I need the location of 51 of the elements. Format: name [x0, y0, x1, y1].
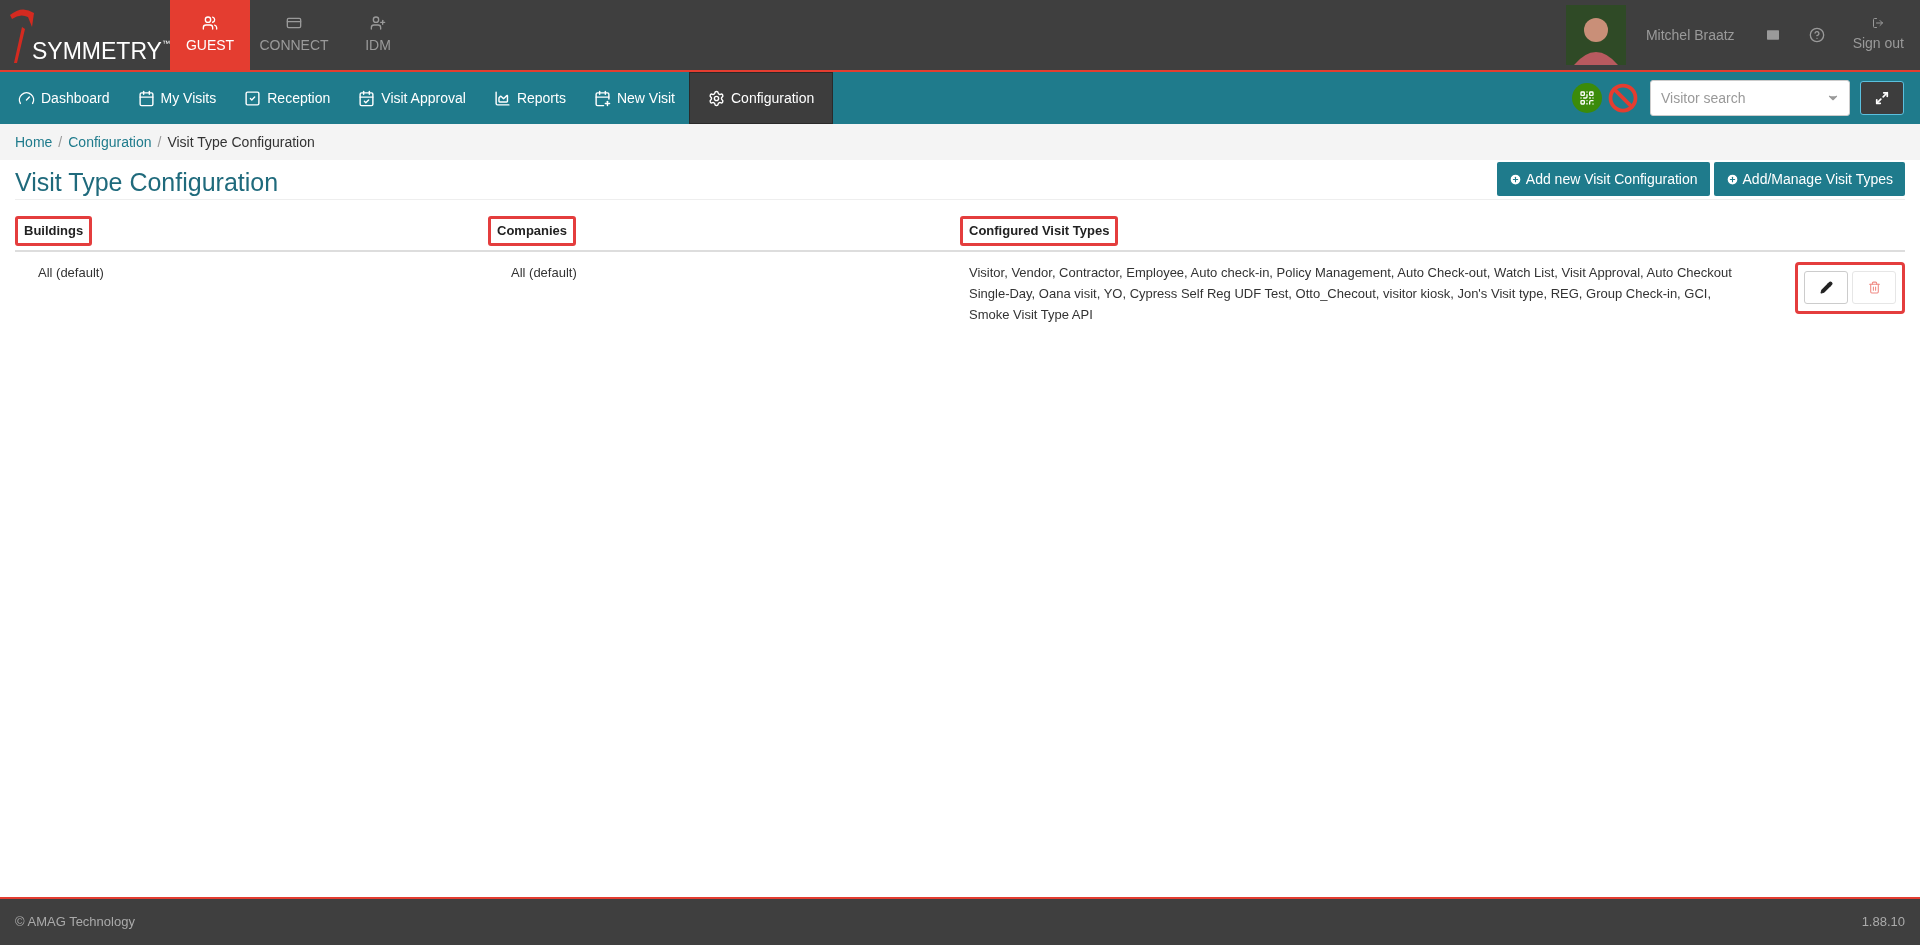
app-tab[interactable]: GUEST [170, 0, 250, 70]
expand-icon [1875, 91, 1889, 105]
qr-code-icon[interactable] [1572, 83, 1602, 113]
breadcrumb-current: Visit Type Configuration [167, 132, 315, 152]
avatar [1565, 5, 1626, 65]
sign-out-button[interactable]: Sign out [1852, 16, 1904, 54]
help-icon[interactable] [1808, 27, 1825, 43]
logo-text: SYMMETRY$^{™}$ [32, 40, 170, 63]
area-chart-icon [493, 89, 511, 107]
nav-tab[interactable]: Reports [479, 72, 580, 124]
calendar-check-icon [358, 89, 376, 107]
calendar-icon [137, 89, 155, 107]
plus-icon [1725, 172, 1739, 186]
edit-button[interactable] [1804, 271, 1848, 304]
user-plus-icon [370, 14, 386, 31]
table-cell: All (default) [38, 264, 104, 280]
nav-tab[interactable]: Dashboard [4, 72, 124, 124]
page-title: Visit Type Configuration [15, 170, 279, 196]
settings-icon [708, 89, 725, 107]
users-icon [202, 14, 218, 31]
app-tab[interactable]: IDM [338, 0, 418, 70]
fullscreen-button[interactable] [1860, 81, 1904, 115]
column-header: Configured Visit Types [960, 216, 1119, 246]
add-button[interactable]: Add/Manage Visit Types [1713, 162, 1905, 196]
app-tab[interactable]: CONNECT [254, 0, 334, 70]
sign-out-icon [1872, 16, 1885, 29]
pencil-icon [1819, 281, 1833, 294]
version: 1.88.10 [1861, 913, 1905, 932]
user-name: Mitchel Braatz [1645, 25, 1735, 45]
calendar-plus-icon [593, 89, 611, 107]
table-cell: Visitor, Vendor, Contractor, Employee, Auto check-in, Policy Management, Auto Check-out, Watch List, Visit Approval, Auto Checkout Single-Day, Oana visit, YO, Cypress Self Reg UDF Test, Otto_Checout, visitor kiosk, Jon's Visit type, REG, Group Check-in, GCI, Smoke Visit Type API [969, 264, 1732, 322]
nav-tab[interactable]: New Visit [579, 72, 689, 124]
nav-tab[interactable]: My Visits [123, 72, 231, 124]
copyright: © AMAG Technology [15, 913, 135, 932]
gauge-icon [18, 89, 35, 107]
trash-icon [1867, 281, 1881, 294]
column-header: Buildings [15, 216, 93, 246]
search-field[interactable]: Visitor search [1650, 80, 1850, 116]
breadcrumb-separator: / [57, 132, 64, 152]
trademark: ™ [161, 39, 170, 49]
nav-tab[interactable]: Configuration [689, 72, 834, 124]
breadcrumb-link[interactable]: Configuration [68, 131, 152, 153]
nav-tab[interactable]: Reception [230, 72, 345, 124]
breadcrumb-link[interactable]: Home [15, 131, 53, 153]
plus-icon [1508, 172, 1522, 186]
checkbox-icon [244, 89, 262, 107]
column-header: Companies [488, 216, 577, 246]
add-button[interactable]: Add new Visit Configuration [1496, 162, 1710, 196]
nav-tab[interactable]: Visit Approval [344, 72, 480, 124]
table-cell: All (default) [511, 264, 577, 280]
breadcrumb-separator: / [156, 132, 163, 152]
